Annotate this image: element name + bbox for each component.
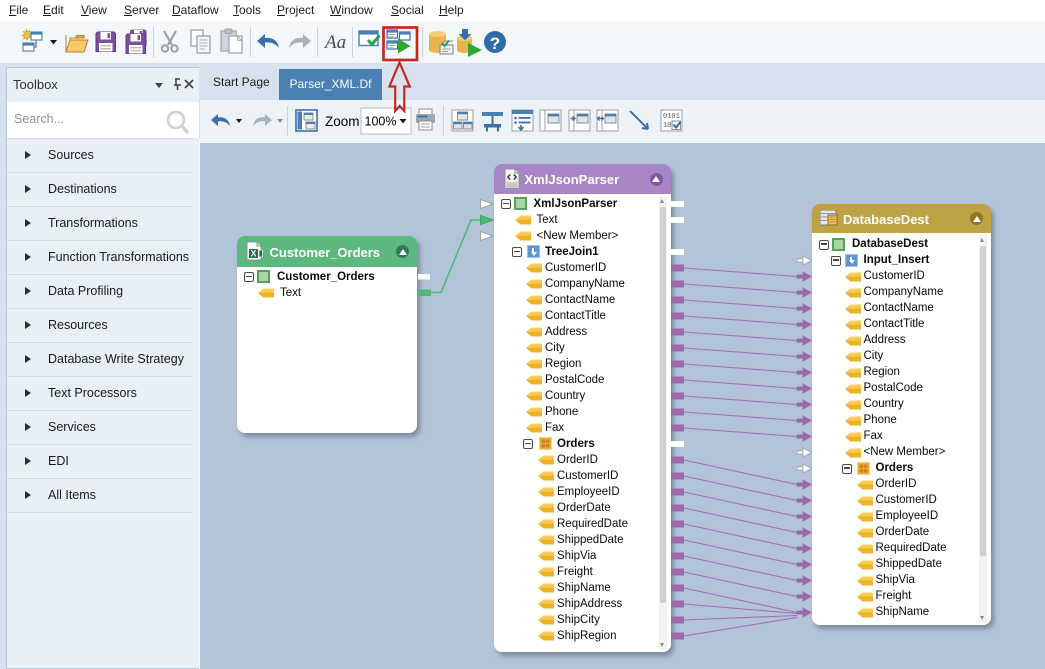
svg-text:Aa: Aa [323, 32, 346, 53]
svg-text:Zoom: Zoom [325, 114, 360, 129]
svg-text:100%: 100% [365, 115, 397, 129]
svg-text:10: 10 [663, 122, 671, 130]
svg-text:?: ? [490, 34, 500, 53]
svg-text:0101: 0101 [663, 113, 680, 121]
svg-text:X: X [250, 249, 256, 259]
